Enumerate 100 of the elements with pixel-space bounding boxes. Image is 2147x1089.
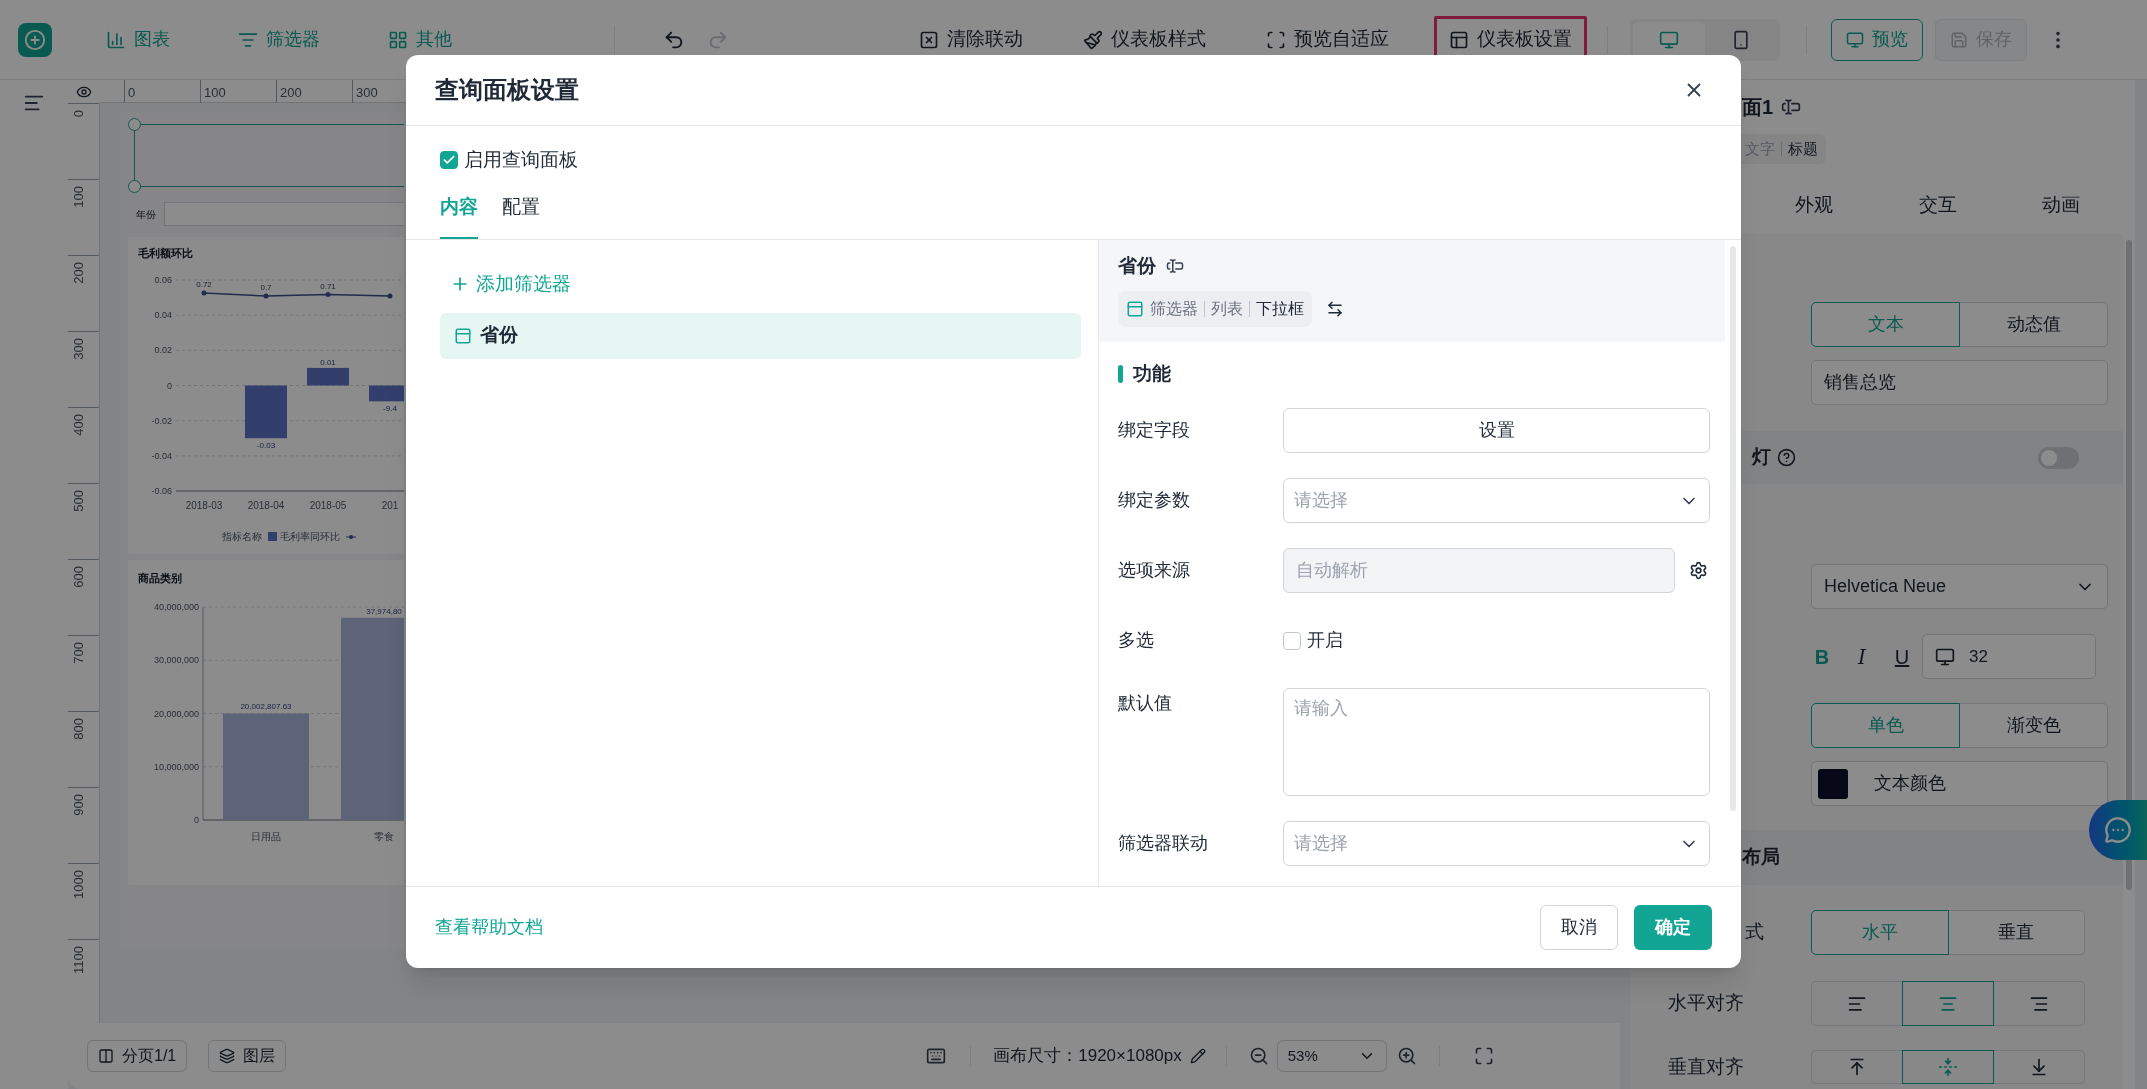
segment-option[interactable]: 垂直 <box>1947 910 2085 955</box>
title-text-input[interactable]: 销售总览 <box>1811 360 2108 405</box>
axis-label: 0.02 <box>154 345 172 356</box>
dialog-title: 查询面板设置 <box>435 75 579 105</box>
align-right-button[interactable] <box>1993 981 2085 1026</box>
panel-tab[interactable]: 交互 <box>1875 185 2000 225</box>
axis-label: -0.06 <box>151 486 172 496</box>
filter-label: 年份 <box>136 207 156 222</box>
filter-type-item: 列表 <box>1211 298 1243 319</box>
panel-tab[interactable]: 动画 <box>1999 185 2123 225</box>
settings-icon[interactable] <box>1689 561 1708 580</box>
toolbar-button[interactable]: 仪表板样式 <box>1068 15 1221 64</box>
chart-title: 商品类别 <box>138 571 183 586</box>
filter-input[interactable] <box>164 202 404 226</box>
checkbox[interactable] <box>1283 631 1301 650</box>
axis-label: 0 <box>194 815 199 825</box>
pages-button[interactable]: 分页1/1 <box>87 1040 188 1072</box>
align-bottom-icon <box>2029 1057 2049 1077</box>
keyboard-icon[interactable] <box>926 1046 947 1066</box>
axis-label: 零食 <box>374 831 394 842</box>
monitor-icon <box>1659 29 1679 50</box>
check-icon <box>442 153 456 167</box>
font-size-input[interactable]: 32 <box>1922 634 2096 679</box>
help-icon[interactable] <box>1777 448 1796 467</box>
zoom-out-icon[interactable] <box>1248 1046 1269 1066</box>
value-label: 20,002,807.63 <box>240 702 292 712</box>
panel-tab[interactable]: 外观 <box>1752 185 1876 225</box>
layers-button[interactable]: 图层 <box>208 1040 287 1072</box>
setting-label: 垂直对齐 <box>1668 1054 1745 1079</box>
checkbox[interactable] <box>440 151 458 169</box>
filter-type-item: 下拉框 <box>1256 298 1304 319</box>
value-label: 0.72 <box>196 280 212 289</box>
grid-icon <box>388 29 408 50</box>
field-label: 多选 <box>1118 629 1155 652</box>
align-middle-button[interactable] <box>1902 1050 1994 1084</box>
chat-icon <box>2104 816 2132 844</box>
legend-marker <box>346 533 356 540</box>
phone-icon <box>1731 29 1751 50</box>
bind-field-button[interactable]: 设置 <box>1283 408 1710 453</box>
italic-button[interactable]: I <box>1851 641 1873 672</box>
help-docs-link[interactable]: 查看帮助文档 <box>435 914 543 941</box>
text-field-icon <box>1166 257 1184 276</box>
zoom-select[interactable]: 53% <box>1276 1040 1387 1072</box>
desktop-mode-button[interactable] <box>1633 21 1705 58</box>
toggle-switch[interactable] <box>2038 446 2079 469</box>
ruler-label: 900 <box>72 794 86 816</box>
axis-label: 0.04 <box>154 310 172 321</box>
ruler-label: 200 <box>72 262 86 284</box>
field-label: 绑定参数 <box>1118 489 1191 512</box>
ruler-label: 0 <box>128 85 136 100</box>
ruler-label: 400 <box>72 414 86 436</box>
default-value-input[interactable]: 请输入 <box>1283 688 1710 796</box>
ruler-label: 300 <box>72 338 86 360</box>
ruler-label: 600 <box>72 566 86 588</box>
canvas-size-text: 画布尺寸：1920×1080px <box>993 1045 1182 1068</box>
field-label: 绑定字段 <box>1118 419 1191 442</box>
confirm-button[interactable]: 确定 <box>1634 905 1712 950</box>
setting-label: 式 <box>1745 921 1764 943</box>
underline-button[interactable]: U <box>1891 641 1913 672</box>
align-bottom-button[interactable] <box>1993 1050 2085 1084</box>
swap-icon[interactable] <box>1326 299 1344 318</box>
ruler-label: 1100 <box>72 946 86 974</box>
save-icon <box>1950 30 1968 49</box>
ruler-label: 500 <box>72 490 86 512</box>
align-top-button[interactable] <box>1811 1050 1903 1084</box>
align-center-button[interactable] <box>1902 981 1994 1026</box>
dialog-tab[interactable]: 配置 <box>502 196 540 239</box>
section-title: 功能 <box>1133 361 1171 386</box>
scrollbar[interactable] <box>2126 240 2132 890</box>
align-top-icon <box>1847 1057 1867 1077</box>
axis-label: -0.04 <box>151 450 172 461</box>
chart-bar <box>307 367 349 386</box>
segment-option[interactable]: 渐变色 <box>1959 703 2108 748</box>
ruler-label: 0 <box>72 110 86 118</box>
axis-label: 30,000,000 <box>153 655 199 666</box>
panel-icon <box>1449 29 1469 50</box>
filter-list-item[interactable]: 省份 <box>440 312 1081 359</box>
segment-option[interactable]: 动态值 <box>1959 302 2108 347</box>
add-filter-button[interactable]: 添加筛选器 <box>450 270 571 299</box>
panel-title: 面1 <box>1742 95 1774 120</box>
scan-icon <box>1266 29 1286 50</box>
axis-label: 20,000,000 <box>153 708 199 719</box>
cancel-button[interactable]: 取消 <box>1540 905 1618 950</box>
toolbar-button[interactable]: 清除联动 <box>904 15 1038 64</box>
dialog-tab[interactable]: 内容 <box>440 196 478 239</box>
toolbar-button[interactable]: 预览自适应 <box>1251 15 1404 64</box>
font-select[interactable]: Helvetica Neue <box>1811 564 2108 609</box>
chart-title: 毛利额环比 <box>138 246 194 261</box>
edit-icon[interactable] <box>1189 1048 1206 1064</box>
checkbox-label: 开启 <box>1307 629 1343 652</box>
fullscreen-icon[interactable] <box>1473 1046 1494 1066</box>
zoom-in-icon[interactable] <box>1396 1046 1417 1066</box>
app-logo[interactable] <box>18 22 52 57</box>
legend-label: 毛利率同环比 <box>280 530 340 544</box>
color-field[interactable]: 文本颜色 <box>1811 761 2108 806</box>
section-title: 布局 <box>1742 845 1780 870</box>
scrollbar[interactable] <box>1730 246 1736 811</box>
ruler-label: 800 <box>72 718 86 740</box>
value-label: 0.01 <box>320 357 336 367</box>
align-left-button[interactable] <box>1811 981 1903 1026</box>
